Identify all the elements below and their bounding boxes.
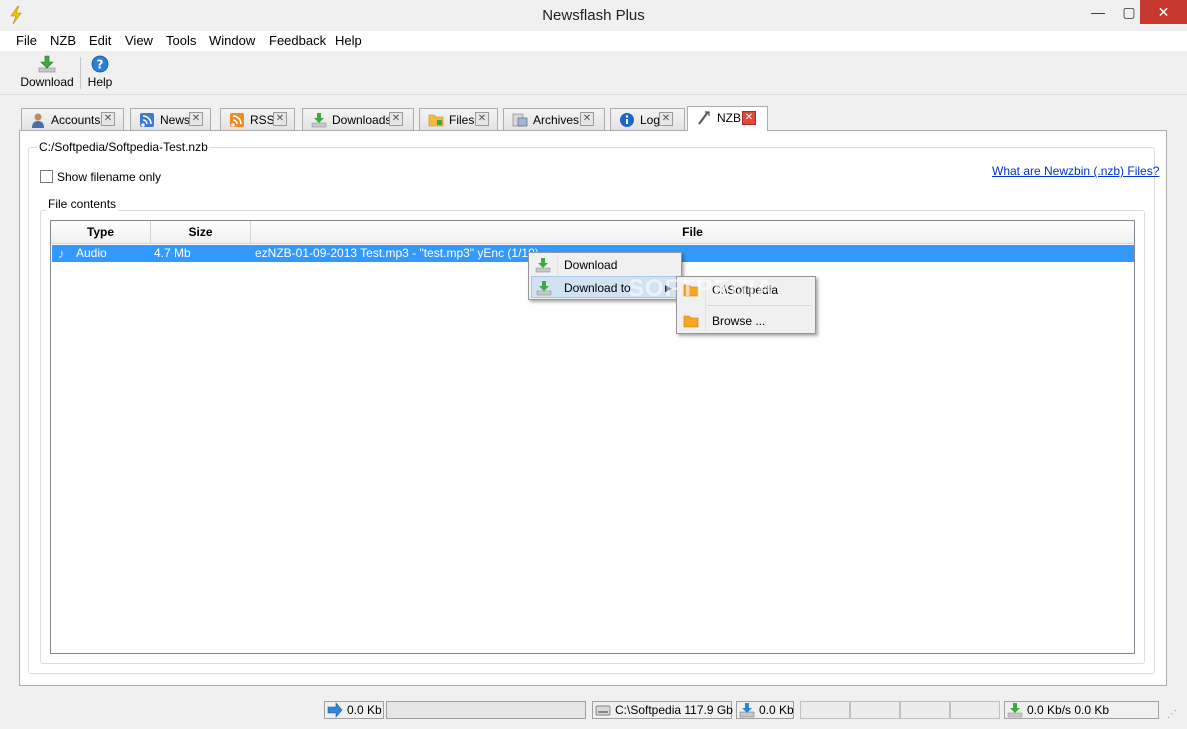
speed-status: 0.0 Kb/s 0.0 Kb — [1004, 701, 1159, 719]
tab-label: News — [160, 113, 191, 127]
archive-icon — [512, 113, 528, 127]
upload-progress-bar — [386, 701, 586, 719]
tab-close-icon[interactable]: ✕ — [101, 112, 115, 126]
download-icon — [1007, 703, 1023, 718]
tab-log[interactable]: Log ✕ — [610, 108, 685, 130]
toolbar-separator — [80, 57, 81, 89]
tab-close-icon[interactable]: ✕ — [389, 112, 403, 126]
column-header-file[interactable]: File — [251, 221, 1134, 244]
minimize-button[interactable]: — — [1083, 0, 1113, 24]
tab-files[interactable]: Files ✕ — [419, 108, 498, 130]
column-header-label: Type — [86, 225, 115, 239]
download-icon — [535, 258, 551, 273]
menu-nzb[interactable]: NZB — [50, 33, 76, 48]
title-bar: Newsflash Plus — ▢ ✕ — [0, 0, 1187, 31]
cell-size: 4.7 Mb — [154, 246, 191, 260]
toolbar: Download ? Help — [0, 51, 1187, 95]
column-header-label: File — [682, 225, 703, 239]
info-icon — [620, 113, 634, 127]
menu-item-download[interactable]: Download — [531, 254, 679, 276]
help-label: Help — [87, 75, 113, 89]
upload-status: 0.0 Kb — [324, 701, 384, 719]
status-bar: 0.0 Kb C:\Softpedia 117.9 Gb 0.0 Kb 0.0 … — [0, 696, 1187, 729]
disk-value: C:\Softpedia 117.9 Gb — [615, 703, 733, 717]
column-header-type[interactable]: Type — [51, 221, 151, 244]
download-icon — [38, 55, 56, 73]
svg-text:?: ? — [97, 58, 104, 72]
music-note-icon: ♪ — [58, 246, 65, 261]
menu-window[interactable]: Window — [209, 33, 255, 48]
tab-nzb[interactable]: NZB ✕ — [687, 106, 768, 131]
softpedia-watermark: SOFTPEDIA — [628, 275, 775, 302]
upload-value: 0.0 Kb — [347, 703, 382, 717]
status-segment — [800, 701, 850, 719]
tab-accounts[interactable]: Accounts ✕ — [21, 108, 124, 130]
nzb-file-path: C:/Softpedia/Softpedia-Test.nzb — [37, 140, 210, 154]
rss-icon — [230, 113, 244, 127]
disk-status: C:\Softpedia 117.9 Gb — [592, 701, 733, 719]
column-header-size[interactable]: Size — [151, 221, 251, 244]
hard-drive-icon — [595, 705, 611, 716]
download-label: Download — [20, 75, 74, 89]
menu-view[interactable]: View — [125, 33, 153, 48]
window-title: Newsflash Plus — [542, 7, 645, 24]
tab-label: Log — [640, 113, 661, 127]
menu-separator — [707, 305, 811, 306]
status-segment — [900, 701, 950, 719]
tab-label: Accounts — [51, 113, 101, 127]
upload-arrow-icon — [327, 702, 343, 718]
tab-rss[interactable]: RSS ✕ — [220, 108, 295, 130]
nzb-icon — [698, 111, 710, 125]
menu-bar: File NZB Edit View Tools Window Feedback… — [0, 31, 1187, 51]
newzbin-help-link[interactable]: What are Newzbin (.nzb) Files? — [992, 164, 1159, 178]
tab-archives[interactable]: Archives ✕ — [503, 108, 605, 130]
status-segment — [850, 701, 900, 719]
help-toolbar-button[interactable]: ? Help — [86, 55, 114, 89]
column-header-label: Size — [188, 225, 213, 239]
menu-item-browse[interactable]: Browse ... — [679, 310, 813, 332]
folder-icon — [683, 315, 699, 328]
menu-tools[interactable]: Tools — [166, 33, 196, 48]
menu-feedback[interactable]: Feedback — [269, 33, 326, 48]
download-icon — [311, 113, 327, 128]
show-filename-label[interactable]: Show filename only — [57, 170, 161, 184]
download-value: 0.0 Kb — [759, 703, 794, 717]
tab-close-icon[interactable]: ✕ — [273, 112, 287, 126]
download-toolbar-button[interactable]: Download — [20, 55, 74, 89]
tab-label: NZB — [717, 111, 741, 125]
show-filename-checkbox[interactable] — [40, 170, 53, 183]
tab-close-icon[interactable]: ✕ — [475, 112, 489, 126]
tab-close-icon[interactable]: ✕ — [580, 112, 594, 126]
menu-item-label: Download — [564, 258, 618, 272]
tab-downloads[interactable]: Downloads ✕ — [302, 108, 414, 130]
folder-icon — [428, 114, 444, 127]
menu-item-label: Browse ... — [712, 314, 766, 328]
tab-label: Downloads — [332, 113, 392, 127]
menu-edit[interactable]: Edit — [89, 33, 111, 48]
tab-close-icon[interactable]: ✕ — [742, 111, 756, 125]
download-tray-icon — [739, 703, 755, 718]
download-status: 0.0 Kb — [736, 701, 794, 719]
help-icon: ? — [91, 55, 109, 73]
menu-file[interactable]: File — [16, 33, 37, 48]
status-segment — [950, 701, 1000, 719]
tab-label: Archives — [533, 113, 580, 127]
cell-file: ezNZB-01-09-2013 Test.mp3 - "test.mp3" y… — [255, 246, 539, 260]
menu-help[interactable]: Help — [335, 33, 362, 48]
resize-grip-icon[interactable]: ⋰ — [1167, 709, 1181, 723]
speed-value: 0.0 Kb/s 0.0 Kb — [1027, 703, 1110, 717]
file-contents-label: File contents — [46, 197, 119, 211]
news-icon — [140, 113, 154, 127]
tab-close-icon[interactable]: ✕ — [659, 112, 673, 126]
menu-item-label: Download to — [564, 281, 631, 295]
tab-news[interactable]: News ✕ — [130, 108, 211, 130]
user-icon — [32, 113, 44, 128]
close-button[interactable]: ✕ — [1140, 0, 1187, 24]
download-icon — [536, 281, 552, 296]
tab-label: Files — [449, 113, 475, 127]
tab-label: RSS — [250, 113, 275, 127]
cell-type: Audio — [76, 246, 107, 260]
tab-close-icon[interactable]: ✕ — [189, 112, 203, 126]
